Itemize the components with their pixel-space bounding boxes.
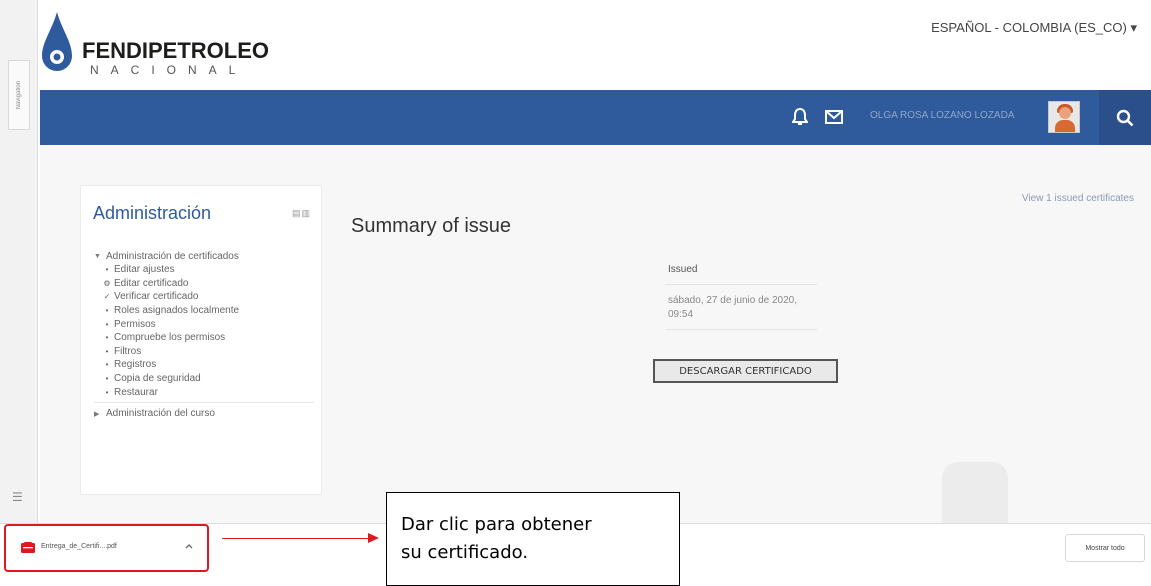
callout-line-2: su certificado.	[401, 542, 529, 563]
bullet-icon: •	[105, 387, 109, 397]
tree-item-filters[interactable]: • Filtros	[94, 345, 314, 359]
tree-item-label: Editar ajustes	[114, 264, 175, 276]
bullet-icon: •	[105, 333, 109, 343]
chevron-down-icon: ▼	[94, 252, 101, 260]
divider	[665, 329, 817, 330]
download-certificate-button[interactable]: DESCARGAR CERTIFICADO	[653, 359, 838, 383]
annotation-arrow	[222, 538, 370, 539]
bullet-icon: •	[105, 265, 109, 275]
tree-item-label: Restaurar	[114, 386, 158, 398]
bell-icon[interactable]	[792, 108, 808, 126]
placeholder-shape	[942, 462, 1008, 523]
block-actions-icon[interactable]: ▤▥	[292, 208, 311, 219]
tree-item-check-permissions[interactable]: • Compruebe los permisos	[94, 331, 314, 345]
download-filename: Entrega_de_Certifi....pdf	[41, 543, 117, 550]
tree-item-label: Editar certificado	[114, 277, 189, 289]
divider	[665, 284, 817, 285]
tree-item-edit-certificate[interactable]: ⚙ Editar certificado	[94, 277, 314, 291]
tree-item-label: Permisos	[114, 318, 156, 330]
pdf-file-icon	[21, 542, 35, 553]
language-menu[interactable]: ESPAÑOL - COLOMBIA (ES_CO) ▾	[931, 20, 1137, 36]
search-icon	[1116, 109, 1134, 126]
tree-item-label: Copia de seguridad	[114, 373, 201, 385]
tree-branch-label: Administración del curso	[106, 408, 215, 420]
menu-icon[interactable]: ☰	[12, 490, 23, 504]
bullet-icon: •	[105, 374, 109, 384]
mail-icon[interactable]	[825, 110, 843, 124]
bullet-icon: •	[105, 346, 109, 356]
bullet-icon: •	[105, 319, 109, 329]
downloaded-file-item[interactable]: Entrega_de_Certifi....pdf	[4, 524, 209, 572]
tree-item-label: Registros	[114, 359, 157, 371]
administration-block: Administración ▤▥ ▼ Administración de ce…	[80, 185, 322, 495]
tree-item-verify-certificate[interactable]: ✓ Verificar certificado	[94, 290, 314, 304]
tree-item-edit-settings[interactable]: • Editar ajustes	[94, 263, 314, 277]
tree-item-restore[interactable]: • Restaurar	[94, 385, 314, 399]
page-title: Summary of issue	[351, 215, 512, 237]
show-all-button[interactable]: Mostrar todo	[1065, 534, 1145, 562]
avatar[interactable]	[1048, 101, 1080, 133]
tree-item-local-roles[interactable]: • Roles asignados localmente	[94, 304, 314, 318]
logo-name: FENDIPETROLEO	[82, 38, 270, 63]
divider	[94, 401, 314, 403]
tree-item-label: Filtros	[114, 345, 142, 357]
drawer-tab-label: Navigation	[16, 80, 22, 110]
chevron-right-icon: ▶	[94, 410, 100, 418]
tree-item-backup[interactable]: • Copia de seguridad	[94, 372, 314, 386]
navigation-drawer-tab[interactable]: Navigation	[8, 60, 30, 130]
check-icon: ✓	[103, 292, 111, 302]
bullet-icon: •	[105, 306, 109, 316]
bullet-icon: •	[105, 360, 109, 370]
top-navbar: OLGA ROSA LOZANO LOZADA	[40, 90, 1151, 145]
issued-label: Issued	[668, 264, 698, 275]
nav-drawer-strip: Navigation ☰	[0, 0, 38, 586]
block-title: Administración	[93, 203, 212, 223]
tree-item-label: Compruebe los permisos	[114, 332, 226, 344]
gear-icon: ⚙	[103, 278, 111, 288]
tree-item-label: Verificar certificado	[114, 291, 199, 303]
admin-tree: ▼ Administración de certificados • Edita…	[94, 249, 314, 421]
tree-item-logs[interactable]: • Registros	[94, 358, 314, 372]
tree-branch-certificates[interactable]: ▼ Administración de certificados	[94, 249, 314, 263]
tree-branch-label: Administración de certificados	[106, 250, 239, 262]
tree-item-permissions[interactable]: • Permisos	[94, 317, 314, 331]
search-button[interactable]	[1099, 90, 1151, 145]
callout-line-1: Dar clic para obtener	[401, 514, 592, 535]
view-issued-link[interactable]: View 1 issued certificates	[1022, 193, 1134, 204]
annotation-arrowhead	[368, 533, 379, 543]
user-name[interactable]: OLGA ROSA LOZANO LOZADA	[870, 110, 1015, 121]
chevron-up-icon[interactable]	[184, 541, 194, 551]
annotation-callout: Dar clic para obtener su certificado.	[386, 492, 680, 586]
tree-branch-course[interactable]: ▶ Administración del curso	[94, 407, 314, 421]
tree-item-label: Roles asignados localmente	[114, 305, 240, 317]
logo-subtitle: NACIONAL	[90, 63, 248, 77]
issued-date: sábado, 27 de junio de 2020, 09:54	[668, 295, 797, 320]
drop-logo-icon	[42, 12, 72, 71]
